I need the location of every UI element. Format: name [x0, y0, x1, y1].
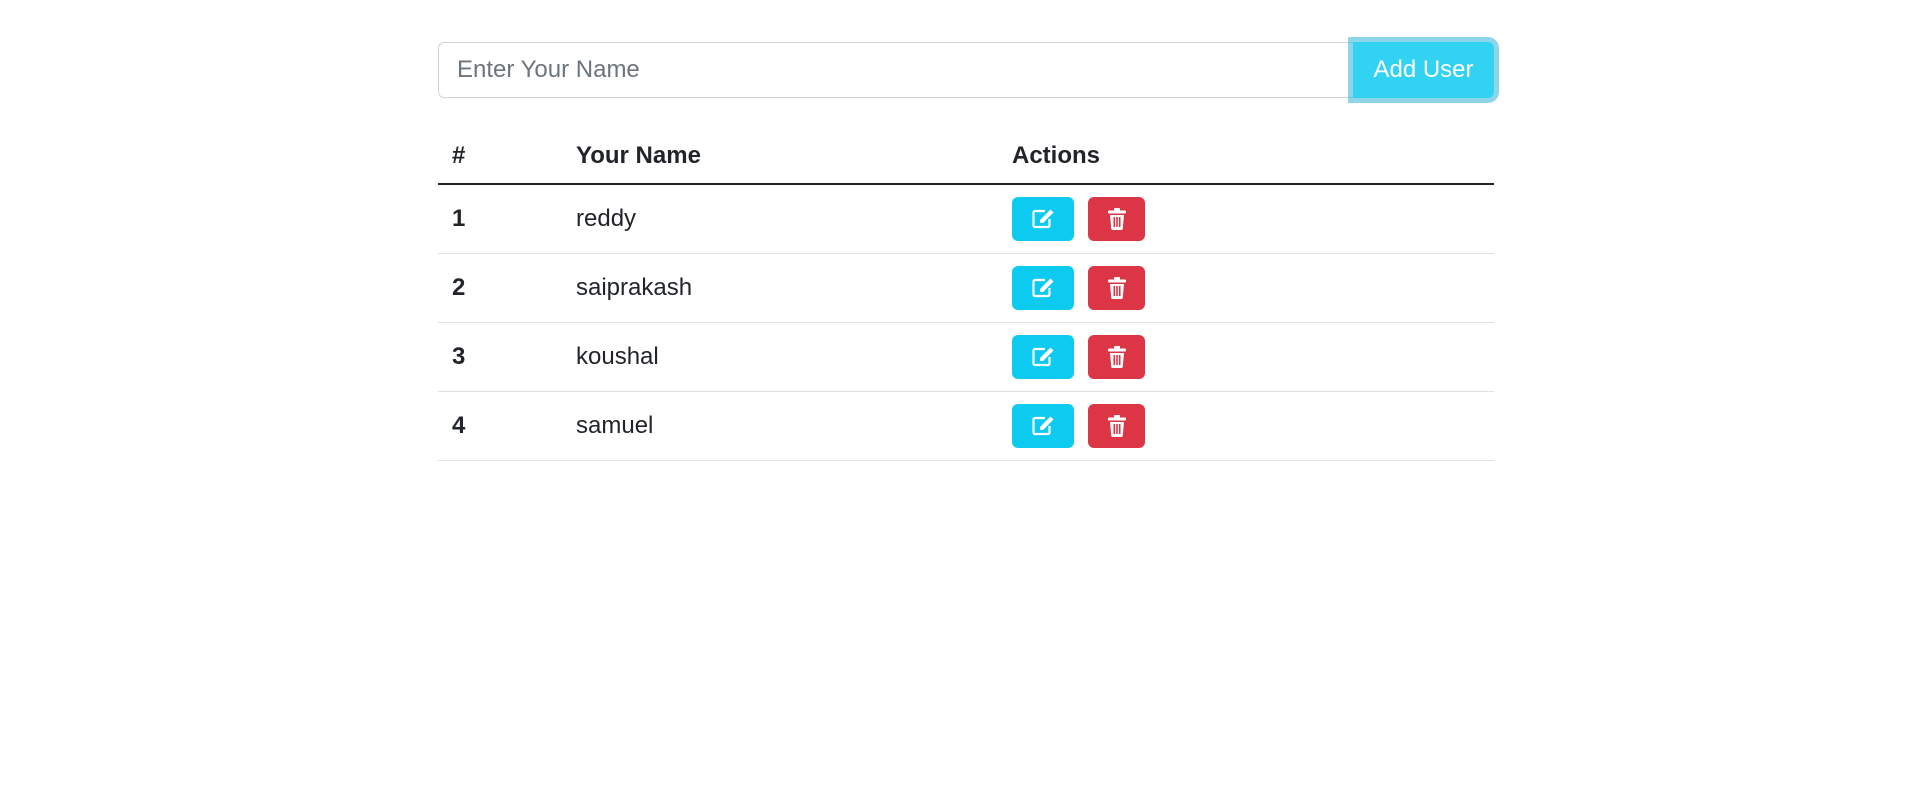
table-row: 2 saiprakash	[438, 253, 1494, 323]
row-actions	[998, 184, 1494, 254]
table-row: 4 samuel	[438, 391, 1494, 461]
row-number: 4	[438, 391, 562, 461]
row-name: samuel	[562, 391, 998, 461]
add-user-form: Add User	[438, 42, 1494, 98]
row-actions	[998, 391, 1494, 461]
trash-icon	[1107, 277, 1126, 299]
edit-button[interactable]	[1012, 404, 1074, 448]
add-user-button[interactable]: Add User	[1353, 42, 1494, 98]
header-actions: Actions	[998, 128, 1494, 185]
edit-button[interactable]	[1012, 266, 1074, 310]
users-table: # Your Name Actions 1 reddy 2 saiprakash…	[438, 128, 1494, 461]
trash-icon	[1107, 208, 1126, 230]
table-row: 1 reddy	[438, 184, 1494, 254]
row-name: koushal	[562, 322, 998, 392]
edit-icon	[1031, 346, 1055, 368]
edit-button[interactable]	[1012, 335, 1074, 379]
edit-button[interactable]	[1012, 197, 1074, 241]
row-name: saiprakash	[562, 253, 998, 323]
row-number: 3	[438, 322, 562, 392]
name-input[interactable]	[438, 42, 1353, 98]
edit-icon	[1031, 415, 1055, 437]
header-name: Your Name	[562, 128, 998, 185]
row-actions	[998, 322, 1494, 392]
row-name: reddy	[562, 184, 998, 254]
header-number: #	[438, 128, 562, 185]
delete-button[interactable]	[1088, 197, 1145, 241]
row-actions	[998, 253, 1494, 323]
delete-button[interactable]	[1088, 266, 1145, 310]
trash-icon	[1107, 346, 1126, 368]
edit-icon	[1031, 208, 1055, 230]
edit-icon	[1031, 277, 1055, 299]
delete-button[interactable]	[1088, 335, 1145, 379]
table-row: 3 koushal	[438, 322, 1494, 392]
row-number: 1	[438, 184, 562, 254]
trash-icon	[1107, 415, 1126, 437]
delete-button[interactable]	[1088, 404, 1145, 448]
row-number: 2	[438, 253, 562, 323]
table-header-row: # Your Name Actions	[438, 128, 1494, 185]
